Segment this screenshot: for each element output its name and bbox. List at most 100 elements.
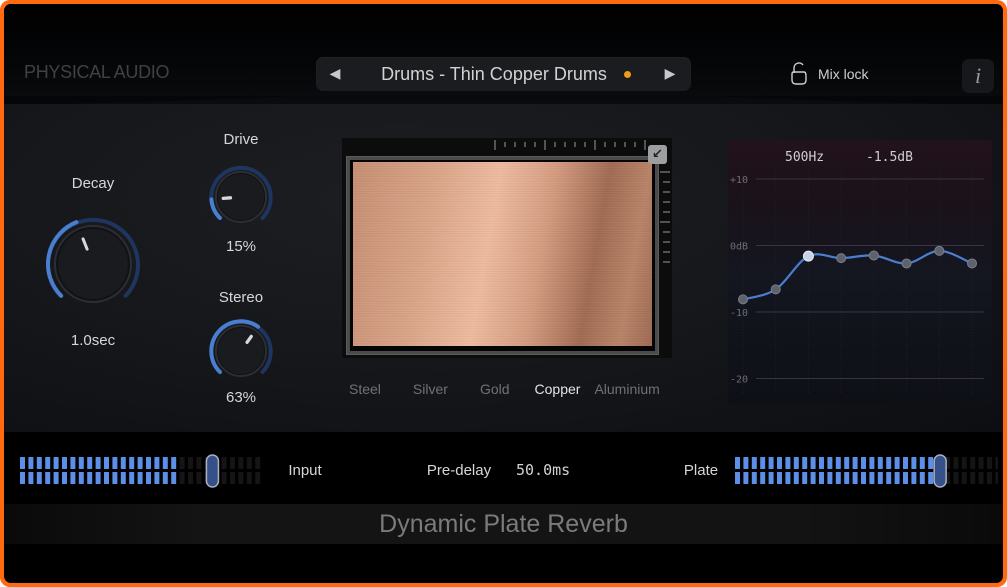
eq-band-handle[interactable] [935,246,944,255]
material-gold[interactable]: Gold [480,381,510,397]
eq-y-label: -10 [730,308,748,319]
eq-band-handle[interactable] [968,259,977,268]
eq-band-handle-selected[interactable] [803,251,813,261]
meter-segment [247,472,252,484]
meter-segment [146,472,151,484]
eq-y-label: -20 [730,375,748,386]
meter-segment [743,457,748,469]
material-selector: Steel Silver Gold Copper Aluminium [342,381,672,397]
meter-segment [129,472,134,484]
meter-segment [911,457,916,469]
meter-segment [995,472,998,484]
meter-segment [777,457,782,469]
eq-band-handle[interactable] [902,259,911,268]
decay-knob[interactable] [43,214,143,314]
eq-band-handle[interactable] [771,285,780,294]
meter-segment [853,457,858,469]
material-silver[interactable]: Silver [413,381,448,397]
meter-segment [920,472,925,484]
meter-segment [238,472,243,484]
padlock-open-icon [790,62,808,86]
material-copper[interactable]: Copper [535,381,581,397]
material-aluminium[interactable]: Aluminium [594,381,659,397]
window-frame: PHYSICAL AUDIO ◀ Drums - Thin Copper Dru… [0,0,1007,587]
eq-band-handle[interactable] [869,251,878,260]
prev-preset-button[interactable]: ◀ [320,66,350,82]
meter-segment [769,457,774,469]
meter-segment [794,457,799,469]
eq-band-handle[interactable] [837,254,846,263]
meter-segment [188,472,193,484]
meter-segment [811,472,816,484]
meter-segment [62,472,67,484]
meter-segment [794,472,799,484]
fader-thumb[interactable] [206,455,218,487]
meter-segment [861,472,866,484]
preset-name[interactable]: Drums - Thin Copper Drums [350,64,624,85]
material-steel[interactable]: Steel [349,381,381,397]
meter-segment [903,472,908,484]
meter-segment [20,457,25,469]
next-preset-button[interactable]: ▶ [655,66,685,82]
meter-segment [861,457,866,469]
meter-segment [844,457,849,469]
meter-segment [878,457,883,469]
eq-band-handle[interactable] [739,295,748,304]
meter-segment [962,457,967,469]
eq-curve-plot[interactable]: +100dB-10-20 [728,140,992,405]
fader-thumb[interactable] [934,455,946,487]
meter-segment [987,472,992,484]
meter-segment [121,457,126,469]
meter-segment [171,457,176,469]
meter-segment [760,457,765,469]
meter-segment [45,457,50,469]
meter-segment [752,457,757,469]
meter-segment [188,457,193,469]
input-meter[interactable] [18,453,268,489]
meter-segment [953,472,958,484]
meter-segment [104,472,109,484]
meter-segment [28,472,33,484]
meter-segment [962,472,967,484]
info-button[interactable]: i [962,59,994,93]
meter-segment [844,472,849,484]
meter-segment [37,472,42,484]
meter-segment [96,457,101,469]
meter-segment [735,472,740,484]
plate-meter[interactable] [733,453,998,489]
meter-segment [70,457,75,469]
meter-segment [869,472,874,484]
stereo-knob[interactable] [208,318,274,384]
resize-plate-button[interactable]: ↙ [648,145,667,164]
meter-segment [827,457,832,469]
decay-value: 1.0sec [48,332,138,349]
meter-segment [802,457,807,469]
mix-lock-toggle[interactable]: Mix lock [790,62,869,86]
header-divider [4,96,1003,112]
meter-segment [777,472,782,484]
predelay-label: Pre-delay [424,462,494,479]
meter-segment [129,457,134,469]
plate-label: Plate [680,462,722,479]
meter-segment [928,457,933,469]
meter-segment [238,457,243,469]
meter-segment [230,457,235,469]
meter-segment [163,472,168,484]
meter-segment [62,457,67,469]
meter-segment [196,457,201,469]
meter-segment [45,472,50,484]
meter-segment [911,472,916,484]
meter-segment [953,457,958,469]
stereo-label: Stereo [196,289,286,306]
copper-plate[interactable] [353,162,652,346]
plugin-panel: PHYSICAL AUDIO ◀ Drums - Thin Copper Dru… [4,4,1003,583]
meter-segment [743,472,748,484]
drive-value: 15% [196,238,286,255]
drive-knob[interactable] [208,164,274,230]
preset-selector[interactable]: ◀ Drums - Thin Copper Drums ▶ [316,57,691,91]
meter-segment [853,472,858,484]
predelay-value[interactable]: 50.0ms [516,461,570,479]
meter-segment [28,457,33,469]
meter-segment [54,472,59,484]
meter-segment [79,472,84,484]
